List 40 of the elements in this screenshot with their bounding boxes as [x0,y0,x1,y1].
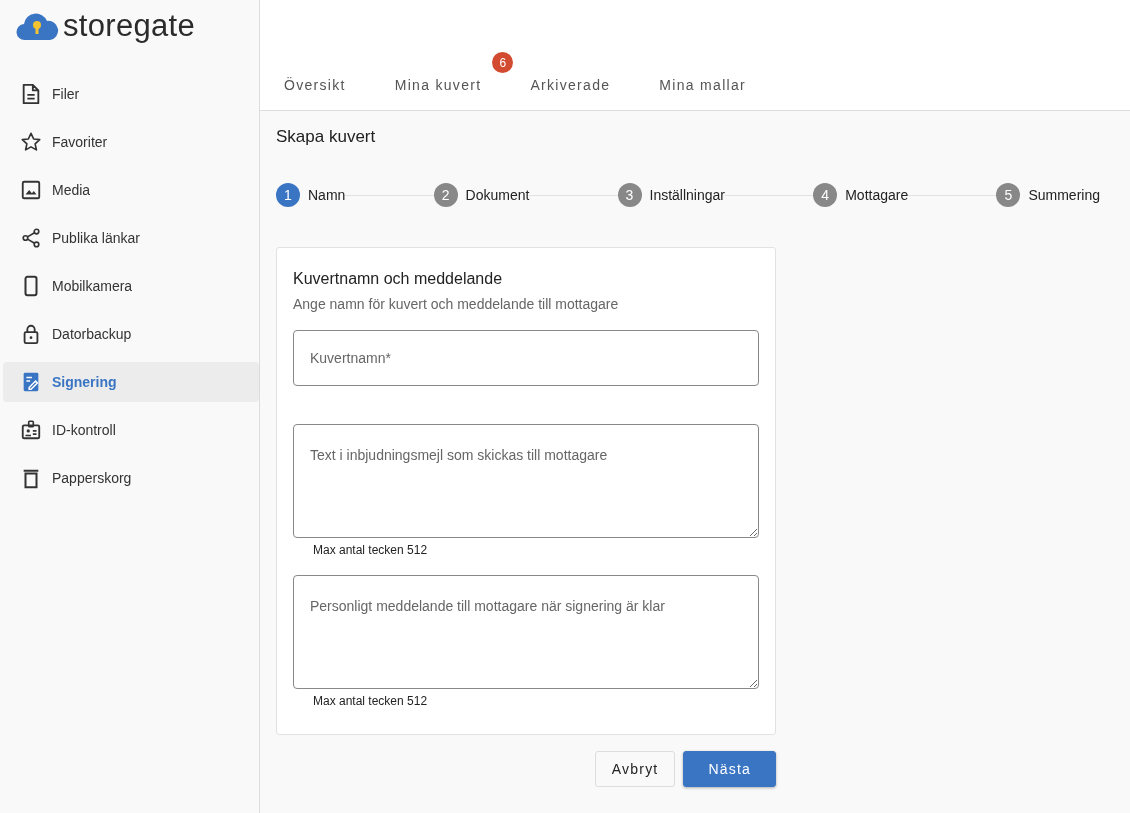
input-field[interactable]: Kuvertnamn* [293,330,759,386]
document-icon [20,83,42,105]
star-icon [20,131,42,153]
sidebar-item[interactable]: Mobilkamera [3,266,259,306]
count-badge: 6 [492,52,514,73]
tab[interactable]: Översikt [264,77,366,110]
step-label: Mottagare [845,187,909,203]
next-button[interactable]: Nästa [683,751,776,787]
step-number: 1 [276,183,300,207]
page-title: Skapa kuvert [276,127,377,147]
step-number: 2 [433,183,458,207]
step-label: Summering [1028,187,1100,203]
sidebar-item[interactable]: Publika länkar [3,218,259,258]
sidebar-item[interactable]: Filer [3,74,259,114]
card-subtitle: Ange namn för kuvert och meddelande till mottagare [293,296,620,312]
id-card-icon [20,419,42,441]
sidebar-item[interactable]: Datorbackup [3,314,259,354]
tab[interactable]: Mina mallar [639,77,766,110]
sidebar-item[interactable]: Papperskorg [3,458,259,498]
text-area[interactable]: Personligt meddelande till mottagare när signering är klar [293,575,759,689]
logo-text: storegate [63,8,195,44]
card-title: Kuvertnamn och meddelande [293,270,504,288]
step-number: 4 [813,183,838,207]
share-icon [20,227,42,249]
sidebar-item[interactable]: Favoriter [3,122,259,162]
helper-text: Max antal tecken 512 [313,543,429,557]
tab[interactable]: Mina kuvert [374,77,502,110]
sidebar-item[interactable]: ID-kontroll [3,410,259,450]
step-label: Inställningar [649,187,725,203]
tab[interactable]: Arkiverade [510,77,631,110]
helper-text: Max antal tecken 512 [313,694,429,708]
step-number: 5 [996,183,1021,207]
step-label: Namn [308,187,346,203]
step-number: 3 [617,183,642,207]
image-icon [20,179,42,201]
sidebar-item[interactable]: Media [3,170,259,210]
cancel-button[interactable]: Avbryt [594,751,676,787]
text-area[interactable]: Text i inbjudningsmejl som skickas till mottagare [293,424,759,538]
sidebar-item[interactable]: Signering [3,362,259,402]
step-label: Dokument [465,187,530,203]
